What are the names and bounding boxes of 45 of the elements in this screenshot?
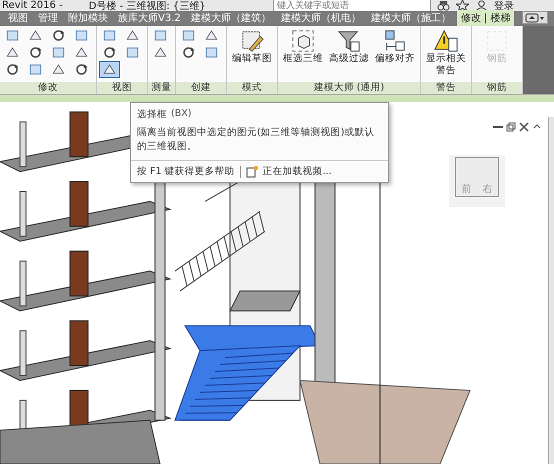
rebar-frame-icon <box>485 29 509 53</box>
panel-title: 警告 <box>421 82 471 94</box>
ribbon-tab[interactable]: 附加模块 <box>64 10 112 26</box>
tooltip-description: 隔离当前视图中选定的图元(如三维等轴测视图)或默认的三维视图。 <box>136 126 376 154</box>
panel-title: 模式 <box>227 82 277 94</box>
help-hint: 按 F1 键获得更多帮助 <box>137 165 235 178</box>
ribbon-tab[interactable]: 视图 <box>4 10 32 26</box>
warning-icon <box>434 29 458 53</box>
ribbon-button[interactable]: 高级过滤 <box>327 28 371 66</box>
document-title: D号楼 - 三维视图: {三维} <box>88 0 206 11</box>
ribbon-button[interactable]: 偏移对齐 <box>373 28 417 66</box>
ribbon-minimize-button[interactable] <box>522 11 548 24</box>
ribbon-background <box>523 26 554 94</box>
shortcut-text: (BX) <box>171 108 192 121</box>
close-icon[interactable] <box>519 122 529 132</box>
loading-video-text: 正在加载视频... <box>262 165 332 178</box>
panel-title: 视图 <box>97 82 147 94</box>
ribbon-tab[interactable]: 修改 | 楼梯 <box>456 10 514 26</box>
view-cube-face[interactable]: 前 <box>462 182 472 196</box>
app-title: Revit 2016 - <box>2 0 63 11</box>
restore-icon[interactable] <box>506 122 516 132</box>
video-icon <box>246 166 258 178</box>
search-field[interactable]: 键入关键字或短语 <box>273 0 431 11</box>
panel-title: 创建 <box>176 82 226 94</box>
panel-title: 建模大师 (通用) <box>278 82 420 94</box>
panel-title: 修改 <box>0 82 96 94</box>
star-icon[interactable] <box>456 0 469 11</box>
binoculars-icon[interactable] <box>437 0 450 11</box>
ribbon-button[interactable]: 编辑草图 <box>230 28 274 66</box>
filter-icon <box>337 29 361 53</box>
ribbon-tab[interactable]: 管理 <box>34 10 62 26</box>
ribbon-tab[interactable]: 建模大师（建筑） <box>186 10 275 26</box>
ribbon-tab[interactable]: 建模大师（机电） <box>276 10 365 26</box>
sign-in-link[interactable]: 登录 <box>494 0 514 11</box>
ribbon-button[interactable]: 框选三维 <box>281 28 325 66</box>
panel-title: 测量 <box>148 82 175 94</box>
ribbon-tab[interactable]: 建模大师（施工） <box>366 10 455 26</box>
ribbon-tab[interactable]: 族库大师V3.2 <box>114 10 185 26</box>
align-boxes-icon <box>383 29 407 53</box>
cube-select-icon <box>291 29 315 53</box>
view-cube-face[interactable]: 右 <box>482 182 492 196</box>
panel-title: 钢筋 <box>472 82 522 94</box>
tooltip-title: 选择框 <box>137 108 167 121</box>
pencil-sketch-icon <box>240 29 264 53</box>
ribbon-button[interactable]: 显示相关警告 <box>424 28 468 78</box>
